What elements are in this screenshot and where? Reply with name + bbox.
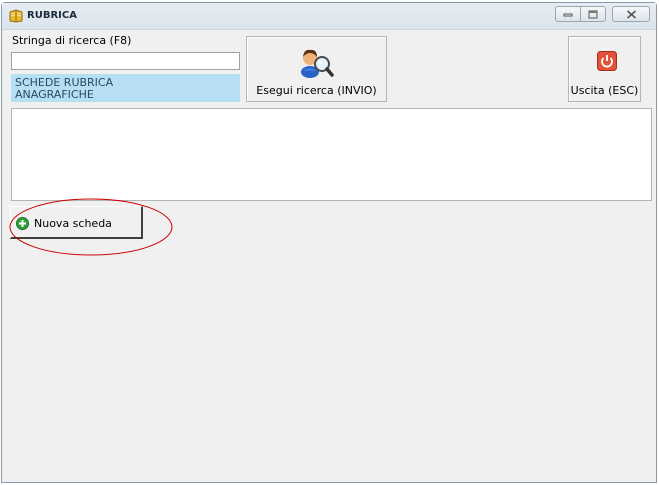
app-window: RUBRICA Stringa di ricerca (F8) SCHEDE R… xyxy=(1,2,657,483)
close-button[interactable] xyxy=(612,6,650,22)
search-button[interactable]: Esegui ricerca (INVIO) xyxy=(246,36,387,102)
list-item[interactable]: ANAGRAFICHE xyxy=(15,89,236,101)
add-icon xyxy=(16,217,29,230)
window-title: RUBRICA xyxy=(27,10,77,21)
book-icon xyxy=(9,9,23,23)
new-record-label: Nuova scheda xyxy=(34,217,112,230)
search-input[interactable] xyxy=(11,52,240,70)
person-search-icon xyxy=(301,49,334,78)
category-list[interactable]: SCHEDE RUBRICA ANAGRAFICHE xyxy=(11,74,240,102)
exit-button[interactable]: Uscita (ESC) xyxy=(568,36,641,102)
close-icon xyxy=(613,7,649,21)
power-icon xyxy=(597,51,617,71)
title-bar[interactable]: RUBRICA xyxy=(2,3,656,30)
maximize-button[interactable] xyxy=(580,6,606,22)
new-record-button[interactable]: Nuova scheda xyxy=(10,206,143,239)
search-label: Stringa di ricerca (F8) xyxy=(12,34,132,47)
maximize-icon xyxy=(581,7,605,21)
results-list[interactable] xyxy=(11,108,652,201)
minimize-button[interactable] xyxy=(555,6,581,22)
minimize-icon xyxy=(556,7,580,21)
search-button-label: Esegui ricerca (INVIO) xyxy=(256,84,377,97)
exit-button-label: Uscita (ESC) xyxy=(570,84,639,97)
